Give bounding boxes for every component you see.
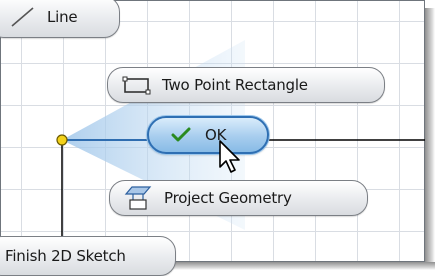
two-point-rectangle-button[interactable]: Two Point Rectangle (107, 67, 385, 103)
line-icon (9, 6, 37, 28)
project-geometry-button[interactable]: Project Geometry (109, 180, 368, 216)
rectangle-icon (122, 75, 152, 95)
line-label: Line (47, 8, 78, 26)
ok-button[interactable]: OK (147, 116, 269, 154)
checkmark-icon (171, 127, 191, 143)
project-geometry-label: Project Geometry (164, 189, 292, 207)
rectangle-label: Two Point Rectangle (162, 76, 308, 94)
mouse-cursor-icon (219, 140, 240, 173)
sketch-point-icon[interactable] (56, 134, 68, 146)
finish-sketch-label: Finish 2D Sketch (5, 247, 126, 265)
finish-2d-sketch-button[interactable]: Finish 2D Sketch (0, 236, 176, 276)
line-button[interactable]: Line (0, 0, 120, 38)
project-geometry-icon (124, 185, 154, 211)
